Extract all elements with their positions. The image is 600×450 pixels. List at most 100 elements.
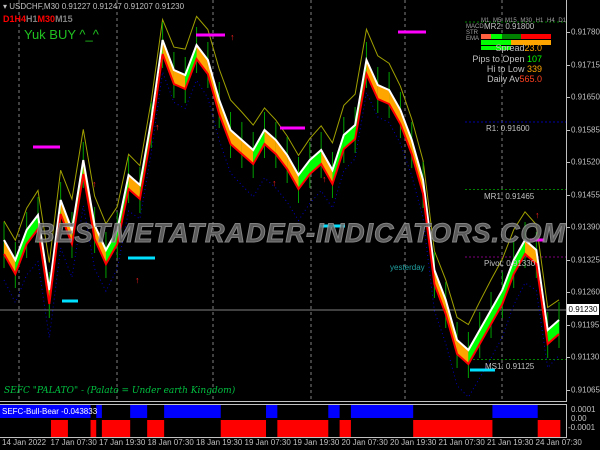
bull-ribbon-segment xyxy=(343,125,356,149)
bear-histogram-bar xyxy=(277,420,329,437)
time-axis-label: 17 Jan 07:30 xyxy=(50,438,97,447)
bear-ribbon-segment xyxy=(241,140,254,164)
indicator-caption: SEFC "PALATO" - (Palato = Under earth Ki… xyxy=(4,386,236,396)
price-axis-label: 0.91455 xyxy=(571,190,600,199)
price-tick xyxy=(567,129,570,131)
bear-histogram-bar xyxy=(147,420,165,437)
price-axis-label: 0.91130 xyxy=(571,352,600,362)
bear-histogram-bar xyxy=(90,420,97,437)
price-axis-label: 0.91325 xyxy=(571,255,600,264)
bear-ribbon-segment xyxy=(196,45,208,74)
bear-histogram-bar xyxy=(537,420,561,437)
price-axis-label: 0.91390 xyxy=(571,222,600,232)
price-tick xyxy=(567,64,570,66)
time-axis-label: 19 Jan 07:30 xyxy=(244,438,291,447)
timeframe-m30: M30 xyxy=(37,14,56,24)
time-axis-label: 21 Jan 19:30 xyxy=(487,438,534,447)
bear-ribbon-segment xyxy=(457,340,469,364)
symbol-info: USDCHF,M30 0.91227 0.91247 0.91207 0.912… xyxy=(9,2,185,11)
arrow-up-icon: ↑ xyxy=(230,32,235,42)
current-price-tag: 0.91230 xyxy=(567,304,599,315)
price-axis-label: 0.91260 xyxy=(571,287,600,297)
sub-axis-max: 0.0001 xyxy=(571,405,596,414)
arrow-up-icon: ↑ xyxy=(92,179,97,189)
bear-ribbon-segment xyxy=(230,130,242,154)
price-axis-label: 0.91780 xyxy=(571,27,600,37)
collapse-arrow-icon[interactable]: ▾ xyxy=(3,2,7,11)
price-tick xyxy=(567,259,570,261)
sub-axis-zero: 0.00 xyxy=(571,414,587,423)
price-axis-label: 0.91585 xyxy=(571,125,600,134)
bear-histogram-bar xyxy=(413,420,493,437)
bull-histogram-bar xyxy=(328,405,340,418)
signal-text: Yuk BUY ^_^ xyxy=(24,27,99,42)
price-axis-label: 0.91520 xyxy=(571,157,600,167)
subwindow-title: SEFC-Bull-Bear -0.043833 xyxy=(2,407,98,416)
time-axis-label: 20 Jan 19:30 xyxy=(390,438,437,447)
bear-ribbon-segment xyxy=(275,140,288,169)
price-tick xyxy=(567,324,570,326)
time-axis-label: 17 Jan 19:30 xyxy=(99,438,146,447)
bear-histogram-bar xyxy=(50,420,68,437)
bull-histogram-bar xyxy=(266,405,278,418)
bull-histogram-bar xyxy=(350,405,414,418)
arrow-up-icon: ↑ xyxy=(272,178,277,188)
bull-ribbon-segment xyxy=(547,320,559,344)
pips-to-open-stat: Pips to Open 107 xyxy=(472,54,542,64)
signal-line xyxy=(3,53,560,366)
macd-strength-bar xyxy=(481,34,551,39)
price-tick xyxy=(567,357,570,358)
bear-ribbon-segment xyxy=(264,130,276,154)
sub-axis-min: -0.0001 xyxy=(568,423,596,432)
dashboard-tf-d1: D1 xyxy=(558,18,566,24)
yesterday-label: yesterday xyxy=(390,263,425,272)
price-tick xyxy=(567,32,570,33)
arrow-up-icon: ↑ xyxy=(322,174,327,184)
bull-histogram-bar xyxy=(164,405,221,418)
pivot-mr1-label: MR1: 0.91465 xyxy=(484,192,535,201)
spread-stat: Spread23.0 xyxy=(495,43,542,53)
bear-histogram-bar xyxy=(101,420,131,437)
price-axis-label: 0.91650 xyxy=(571,92,600,102)
bear-histogram-bar xyxy=(339,420,351,437)
price-tick xyxy=(567,389,570,391)
time-axis-label: 19 Jan 19:30 xyxy=(293,438,340,447)
dashboard-tf-h1: H1 xyxy=(535,18,544,24)
time-axis-label: 20 Jan 07:30 xyxy=(341,438,388,447)
watermark: BESTMETATRADER-INDICATORS.COM xyxy=(35,218,566,249)
bull-ribbon-segment xyxy=(298,160,310,189)
pivot-ms1-label: MS1: 0.91125 xyxy=(485,362,535,371)
bear-histogram-bar xyxy=(220,420,267,437)
price-axis-label: 0.91195 xyxy=(571,320,600,329)
price-tick xyxy=(567,97,570,98)
bull-histogram-bar xyxy=(492,405,538,418)
pivot-label: Pivot: 0.91330 xyxy=(484,259,536,268)
pivot-r1-label: R1: 0.91600 xyxy=(486,124,530,133)
price-axis-label: 0.91065 xyxy=(571,385,600,394)
bear-ribbon-segment xyxy=(128,175,140,199)
time-axis-label: 18 Jan 07:30 xyxy=(147,438,194,447)
price-tick xyxy=(567,292,570,293)
timeframe-d1: D1 xyxy=(3,14,15,24)
timeframe-h4: H4 xyxy=(14,14,27,24)
price-tick xyxy=(567,162,570,163)
price-tick xyxy=(567,194,570,196)
timeframe-m15: M15 xyxy=(55,14,73,24)
time-axis-label: 21 Jan 07:30 xyxy=(438,438,485,447)
dashboard-tf-h4: H4 xyxy=(546,18,555,24)
daily-average-stat: Daily Av565.0 xyxy=(487,74,542,84)
pivot-mr2-label: MR2: 0.91800 xyxy=(484,22,535,31)
time-axis-label: 24 Jan 07:30 xyxy=(535,438,582,447)
price-tick xyxy=(567,227,570,228)
price-axis-label: 0.91715 xyxy=(571,60,600,69)
bull-ribbon-segment xyxy=(309,150,322,174)
bull-bear-subwindow[interactable]: SEFC-Bull-Bear -0.043833 xyxy=(0,404,567,438)
time-axis-label: 18 Jan 19:30 xyxy=(196,438,243,447)
timeframe-indicator: D1H4H1M30M15 xyxy=(3,14,73,24)
chart-header: ▾ USDCHF,M30 0.91227 0.91247 0.91207 0.9… xyxy=(3,2,184,11)
bull-histogram-bar xyxy=(130,405,148,418)
arrow-up-icon: ↑ xyxy=(135,275,140,285)
timeframe-h1: H1 xyxy=(26,14,38,24)
hi-to-low-stat: Hi to Low 339 xyxy=(486,64,542,74)
arrow-up-icon: ↑ xyxy=(155,122,160,132)
